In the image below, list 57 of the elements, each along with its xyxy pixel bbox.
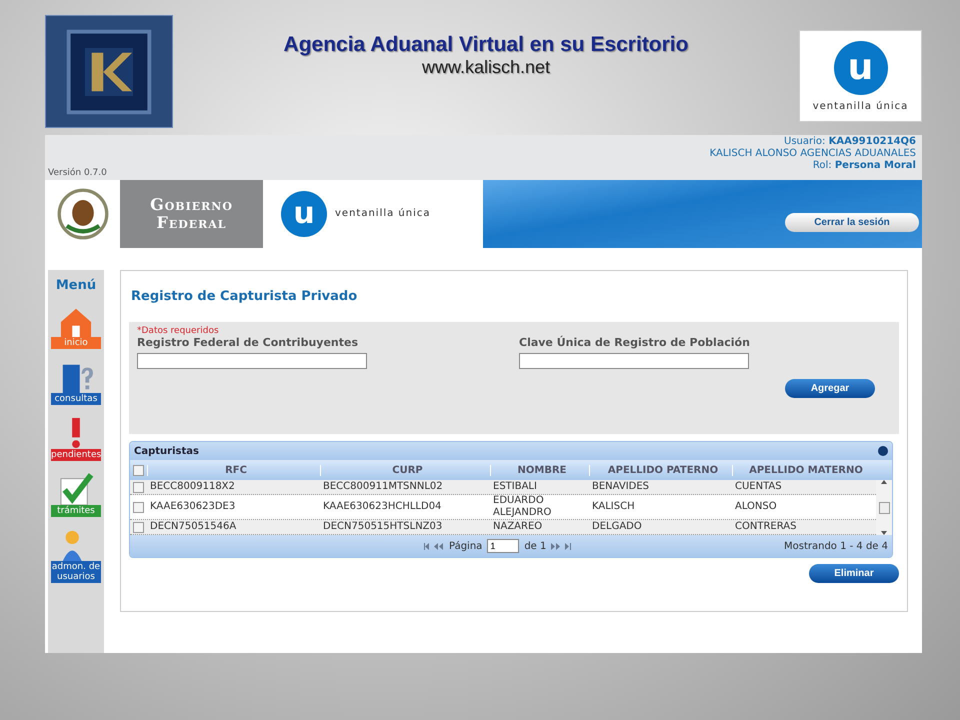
table-cell-text: BENAVIDES bbox=[591, 481, 650, 493]
partner-logo: u ventanilla única bbox=[799, 30, 922, 122]
column-header[interactable]: RFC bbox=[147, 464, 320, 476]
table-cell-text: KAAE630623HCHLLD04 bbox=[322, 501, 442, 513]
page-label: Página bbox=[449, 540, 482, 552]
column-header[interactable]: APELLIDO PATERNO bbox=[589, 464, 732, 476]
pager-forward-icon[interactable] bbox=[551, 542, 572, 550]
scrollbar[interactable] bbox=[876, 480, 892, 535]
pager-back-icon[interactable] bbox=[424, 542, 444, 550]
input-field[interactable] bbox=[519, 353, 749, 369]
menu-item[interactable]: admon. de usuarios bbox=[51, 529, 101, 583]
table-cell-text: ESTIBALI bbox=[492, 481, 538, 493]
table-cell-text: NAZAREO bbox=[492, 521, 544, 533]
website-url: www.kalisch.net bbox=[420, 57, 552, 78]
table-cell-text: KALISCH bbox=[591, 501, 636, 513]
slide-title: Agencia Aduanal Virtual en su Escritorio bbox=[282, 33, 690, 57]
table-cell-text: BECC800911MTSNNL02 bbox=[322, 481, 444, 493]
checkbox[interactable] bbox=[133, 482, 144, 492]
checkbox[interactable] bbox=[133, 502, 144, 512]
grid-title: Capturistas bbox=[134, 446, 199, 456]
table-cell-text: DECN750515HTSLNZ03 bbox=[322, 521, 444, 533]
column-header[interactable]: NOMBRE bbox=[490, 464, 589, 476]
column-header[interactable]: APELLIDO MATERNO bbox=[732, 464, 875, 476]
table-cell-text: EDUARDO ALEJANDRO bbox=[492, 495, 552, 519]
field-label: Registro Federal de Contribuyentes bbox=[137, 336, 360, 349]
table-cell-text: DELGADO bbox=[591, 521, 643, 533]
menu-item[interactable]: inicio bbox=[51, 305, 101, 349]
page-field[interactable]: 1 bbox=[487, 539, 520, 553]
version-label: Versión 0.7.0 bbox=[48, 168, 107, 180]
alert-icon bbox=[71, 417, 81, 449]
add-button[interactable]: Agregar bbox=[785, 379, 875, 398]
page-title: Registro de Capturista Privado bbox=[130, 288, 358, 306]
table-cell-text: CUENTAS bbox=[734, 481, 783, 493]
checkbox[interactable] bbox=[133, 522, 144, 532]
menu-item[interactable]: pendientes bbox=[51, 417, 101, 461]
table-cell-text: CONTRERAS bbox=[734, 521, 798, 533]
menu-item[interactable]: trámites bbox=[51, 473, 101, 517]
table-cell-text: KAAE630623DE3 bbox=[149, 501, 236, 513]
checkbox[interactable] bbox=[133, 464, 144, 476]
record-summary: Mostrando 1 - 4 de 4 bbox=[784, 540, 888, 552]
government-logo: Gobierno Federal bbox=[120, 180, 263, 248]
required-note: *Datos requeridos bbox=[137, 326, 220, 336]
field-label: Clave Única de Registro de Población bbox=[519, 336, 750, 349]
input-field[interactable] bbox=[137, 353, 367, 369]
user-id: Usuario: KAA9910214Q6 bbox=[784, 136, 916, 148]
table-cell-text: ALONSO bbox=[734, 501, 778, 513]
delete-button[interactable]: Eliminar bbox=[809, 564, 899, 583]
column-header[interactable]: CURP bbox=[320, 464, 490, 476]
page-count: de 1 bbox=[524, 540, 546, 552]
menu-item[interactable]: consultas bbox=[51, 361, 101, 405]
logout-button[interactable]: Cerrar la sesión bbox=[785, 213, 919, 232]
table-cell-text: DECN75051546A bbox=[149, 521, 238, 533]
scroll-thumb[interactable] bbox=[878, 502, 890, 514]
user-role: Rol: Persona Moral bbox=[812, 160, 916, 172]
company-name: KALISCH ALONSO AGENCIAS ADUANALES bbox=[710, 148, 916, 160]
table-cell-text: BECC8009118X2 bbox=[149, 481, 236, 493]
menu-title: Menú bbox=[56, 278, 96, 293]
